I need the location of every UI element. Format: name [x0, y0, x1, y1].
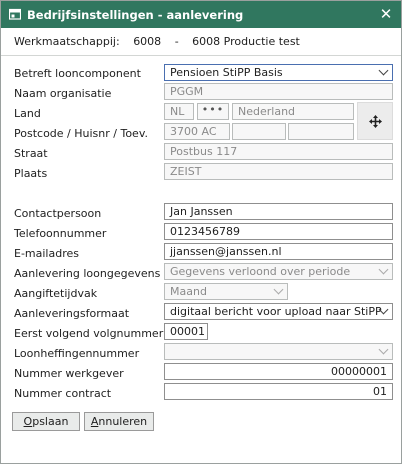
- plaats-field: ZEIST: [164, 163, 393, 180]
- move-icon: [369, 115, 382, 128]
- chevron-down-icon: [378, 65, 389, 76]
- nummer-contract-input[interactable]: 01: [164, 383, 393, 400]
- aangiftetijdvak-select: Maand: [164, 283, 288, 300]
- nummer-werkgever-input[interactable]: 00000001: [164, 363, 393, 380]
- volgnummer-label: Eerst volgend volgnummer: [14, 327, 164, 340]
- contactpersoon-input[interactable]: Jan Janssen: [164, 203, 393, 220]
- aanlevering-loongegevens-value: Gegevens verloond over periode: [170, 265, 351, 278]
- settings-window-icon: [8, 8, 22, 20]
- company-line: Werkmaatschappij: 6008 - 6008 Productie …: [14, 35, 300, 48]
- window-title: Bedrijfsinstellingen - aanlevering: [27, 8, 244, 22]
- loonheffingennummer-select: [164, 343, 393, 360]
- aanleveringsformaat-value: digitaal bericht voor upload naar StiPP: [170, 305, 382, 318]
- aanlevering-loongegevens-select: Gegevens verloond over periode: [164, 263, 393, 280]
- title-bar[interactable]: Bedrijfsinstellingen - aanlevering ✕: [1, 1, 401, 28]
- postcode-field: 3700 AC: [164, 123, 230, 140]
- save-button[interactable]: Opslaan: [12, 412, 80, 431]
- volgnummer-input[interactable]: 00001: [164, 323, 208, 340]
- move-handle[interactable]: [357, 102, 393, 140]
- chevron-down-icon: [378, 344, 389, 355]
- company-name: 6008 Productie test: [192, 35, 300, 48]
- company-code: 6008: [133, 35, 162, 48]
- naam-organisatie-label: Naam organisatie: [14, 87, 112, 100]
- chevron-down-icon: [378, 264, 389, 275]
- looncomponent-select[interactable]: Pensioen StiPP Basis: [164, 64, 393, 81]
- aanleveringsformaat-select[interactable]: digitaal bericht voor upload naar StiPP: [164, 303, 393, 320]
- land-code-field: NL: [164, 103, 194, 120]
- aangiftetijdvak-label: Aangiftetijdvak: [14, 287, 98, 300]
- looncomponent-label: Betreft looncomponent: [14, 67, 141, 80]
- settings-dialog: Bedrijfsinstellingen - aanlevering ✕ Wer…: [0, 0, 402, 464]
- company-separator: -: [174, 35, 179, 48]
- aanleveringsformaat-label: Aanleveringsformaat: [14, 307, 130, 320]
- company-label: Werkmaatschappij:: [14, 35, 120, 48]
- looncomponent-value: Pensioen StiPP Basis: [170, 66, 283, 79]
- cancel-button[interactable]: Annuleren: [84, 412, 154, 431]
- postcode-label: Postcode / Huisnr / Toev.: [14, 127, 148, 140]
- telefoon-label: Telefoonnummer: [14, 227, 107, 240]
- aanlevering-loongegevens-label: Aanlevering loongegevens: [14, 267, 161, 280]
- cancel-button-label: nnuleren: [98, 415, 148, 428]
- header-divider: [1, 55, 401, 56]
- save-button-mnemonic: O: [23, 415, 33, 428]
- email-input[interactable]: jjanssen@janssen.nl: [164, 243, 393, 260]
- telefoon-input[interactable]: 0123456789: [164, 223, 393, 240]
- nummer-contract-label: Nummer contract: [14, 387, 112, 400]
- aangiftetijdvak-value: Maand: [170, 285, 207, 298]
- land-name-field: Nederland: [232, 103, 354, 120]
- straat-field: Postbus 117: [164, 143, 393, 160]
- contactpersoon-label: Contactpersoon: [14, 207, 102, 220]
- nummer-werkgever-label: Nummer werkgever: [14, 367, 124, 380]
- close-icon[interactable]: ✕: [377, 5, 395, 23]
- chevron-down-icon: [273, 284, 284, 295]
- huisnummer-field: [232, 123, 286, 140]
- plaats-label: Plaats: [14, 167, 48, 180]
- land-label: Land: [14, 107, 41, 120]
- save-button-label: pslaan: [32, 415, 69, 428]
- straat-label: Straat: [14, 147, 48, 160]
- ellipsis-icon[interactable]: •••: [197, 103, 229, 120]
- loonheffingennummer-label: Loonheffingennummer: [14, 347, 140, 360]
- naam-organisatie-field: PGGM: [164, 83, 393, 100]
- toevoeging-field: [288, 123, 354, 140]
- email-label: E-mailadres: [14, 247, 79, 260]
